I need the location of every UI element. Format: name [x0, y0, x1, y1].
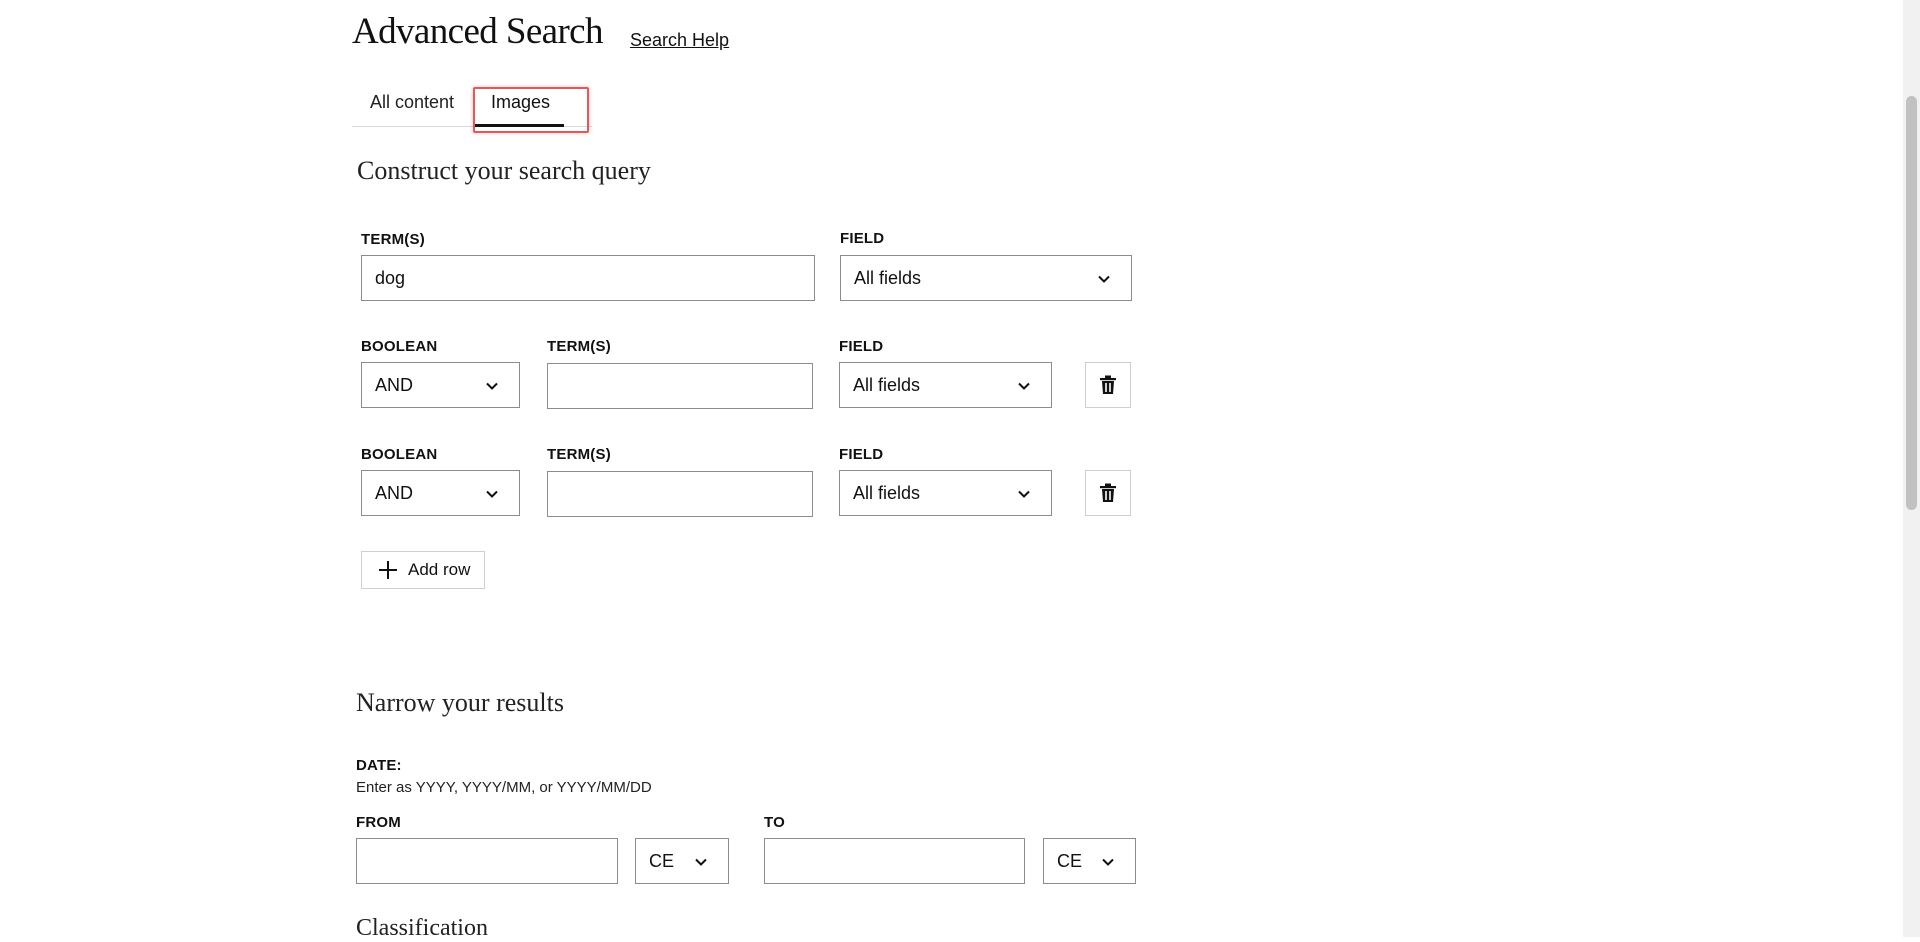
- delete-row-button[interactable]: [1085, 362, 1131, 408]
- tab-focus-outline: [473, 87, 589, 133]
- term-input[interactable]: dog: [361, 255, 815, 301]
- add-row-label: Add row: [408, 560, 471, 579]
- field-select[interactable]: All fields: [840, 255, 1132, 301]
- boolean-label: BOOLEAN: [361, 338, 438, 355]
- delete-row-button[interactable]: [1085, 470, 1131, 516]
- from-era-value: CE: [649, 851, 675, 871]
- page-title: Advanced Search: [352, 11, 604, 52]
- classification-section-title: Classification: [356, 915, 488, 941]
- add-row-button[interactable]: Add row: [361, 551, 485, 589]
- field-select-value: All fields: [854, 268, 922, 288]
- chevron-down-icon: [1098, 275, 1110, 283]
- term-label: TERM(S): [361, 231, 425, 248]
- to-era-value: CE: [1057, 851, 1083, 871]
- field-label: FIELD: [839, 338, 884, 355]
- from-era-select[interactable]: CE: [635, 838, 729, 884]
- chevron-down-icon: [486, 490, 498, 498]
- narrow-section-title: Narrow your results: [356, 688, 564, 717]
- query-section-title: Construct your search query: [357, 156, 651, 185]
- trash-icon: [1100, 483, 1116, 502]
- term-input[interactable]: [547, 363, 813, 409]
- boolean-select[interactable]: AND: [361, 470, 520, 516]
- field-select[interactable]: All fields: [839, 362, 1052, 408]
- field-label: FIELD: [839, 446, 884, 463]
- field-label: FIELD: [840, 230, 885, 247]
- to-date-input[interactable]: [764, 838, 1025, 884]
- to-era-select[interactable]: CE: [1043, 838, 1136, 884]
- chevron-down-icon: [1102, 858, 1114, 866]
- search-help-link[interactable]: Search Help: [630, 30, 729, 51]
- term-input[interactable]: [547, 471, 813, 517]
- term-label: TERM(S): [547, 446, 611, 463]
- date-hint: Enter as YYYY, YYYY/MM, or YYYY/MM/DD: [356, 779, 652, 796]
- tab-all-content[interactable]: All content: [370, 92, 454, 113]
- from-date-input[interactable]: [356, 838, 618, 884]
- scrollbar[interactable]: [1903, 0, 1920, 937]
- trash-icon: [1100, 375, 1116, 394]
- field-select[interactable]: All fields: [839, 470, 1052, 516]
- chevron-down-icon: [695, 858, 707, 866]
- chevron-down-icon: [1018, 382, 1030, 390]
- boolean-label: BOOLEAN: [361, 446, 438, 463]
- boolean-select[interactable]: AND: [361, 362, 520, 408]
- to-label: TO: [764, 814, 785, 831]
- chevron-down-icon: [1018, 490, 1030, 498]
- date-label: DATE:: [356, 757, 402, 774]
- scrollbar-thumb[interactable]: [1906, 96, 1917, 510]
- term-label: TERM(S): [547, 338, 611, 355]
- plus-icon: [379, 561, 397, 579]
- chevron-down-icon: [486, 382, 498, 390]
- boolean-select-value: AND: [375, 375, 414, 395]
- from-label: FROM: [356, 814, 401, 831]
- field-select-value: All fields: [853, 375, 921, 395]
- field-select-value: All fields: [853, 483, 921, 503]
- boolean-select-value: AND: [375, 483, 414, 503]
